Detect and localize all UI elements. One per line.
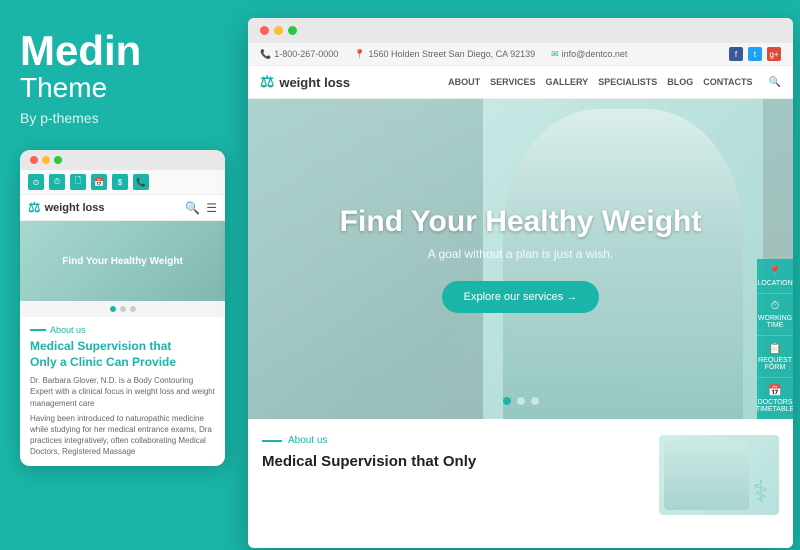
phone-icon: 📞 [260, 49, 271, 60]
mobile-cal-icon: 📅 [91, 174, 107, 190]
side-time-btn[interactable]: ⏱ WORKING TIME [757, 294, 793, 336]
mobile-location-icon: ⊙ [28, 174, 44, 190]
nav-services[interactable]: SERVICES [490, 77, 535, 87]
site-logo: ⚖ weight loss [260, 72, 350, 92]
left-panel: Medin Theme By p-themes ⊙ ⏱ 🗋 📅 $ 📞 ⚖ we… [0, 0, 240, 550]
mobile-slider-dots [20, 301, 225, 317]
topbar-phone: 📞 1-800-267-0000 [260, 49, 338, 60]
browser-window: 📞 1-800-267-0000 📍 1560 Holden Street Sa… [248, 18, 793, 548]
mobile-logo-icon: ⚖ [28, 199, 41, 216]
side-form-icon: 📋 [768, 342, 782, 355]
about-dash [262, 440, 282, 442]
mobile-hero-text: Find Your Healthy Weight [62, 256, 183, 267]
mobile-dot-green [54, 156, 62, 164]
site-hero: Find Your Healthy Weight A goal without … [248, 99, 793, 419]
mobile-dot-1 [110, 306, 116, 312]
mobile-dot-red [30, 156, 38, 164]
mobile-clock-icon: ⏱ [49, 174, 65, 190]
side-clock-icon: ⏱ [771, 300, 780, 313]
browser-dot-yellow [274, 26, 283, 35]
slider-dot-1 [503, 397, 511, 405]
mobile-price-icon: $ [112, 174, 128, 190]
mobile-phone-icon: 📞 [133, 174, 149, 190]
about-img-content [664, 440, 749, 510]
by-line: By p-themes [20, 110, 220, 126]
facebook-button[interactable]: f [729, 47, 743, 61]
nav-contacts[interactable]: CONTACTS [703, 77, 752, 87]
twitter-button[interactable]: t [748, 47, 762, 61]
side-location-icon: 📍 [768, 265, 782, 278]
mobile-body-text-2: Having been introduced to naturopathic m… [30, 413, 215, 458]
side-request-btn[interactable]: 📋 REQUEST FORM [757, 336, 793, 378]
topbar-address: 📍 1560 Holden Street San Diego, CA 92139 [354, 49, 535, 60]
mobile-doc-icon: 🗋 [70, 174, 86, 190]
site-nav: ⚖ weight loss ABOUT SERVICES GALLERY SPE… [248, 66, 793, 99]
browser-dot-red [260, 26, 269, 35]
mobile-about-dash [30, 329, 46, 331]
site-topbar: 📞 1-800-267-0000 📍 1560 Holden Street Sa… [248, 43, 793, 66]
mobile-content: About us Medical Supervision that Only a… [20, 317, 225, 466]
hero-content: Find Your Healthy Weight A goal without … [340, 205, 702, 313]
site-about: About us Medical Supervision that Only ⚕ [248, 419, 793, 531]
hero-cta-button[interactable]: Explore our services → [442, 281, 600, 313]
mobile-nav-icons: 🔍 ☰ [177, 197, 225, 219]
browser-titlebar [248, 18, 793, 43]
slider-dot-3 [531, 397, 539, 405]
nav-specialists[interactable]: SPECIALISTS [598, 77, 657, 87]
location-icon: 📍 [354, 49, 365, 60]
about-title: Medical Supervision that Only [262, 452, 643, 472]
mobile-hero: Find Your Healthy Weight [20, 221, 225, 301]
about-text: About us Medical Supervision that Only [262, 435, 643, 515]
mobile-dot-yellow [42, 156, 50, 164]
hero-subtitle: A goal without a plan is just a wish. [340, 247, 702, 261]
side-cal-icon: 📅 [768, 384, 782, 397]
mobile-menu-icon[interactable]: ☰ [206, 201, 217, 215]
mobile-dot-3 [130, 306, 136, 312]
mobile-logo: ⚖ weight loss [20, 195, 112, 220]
nav-links: ABOUT SERVICES GALLERY SPECIALISTS BLOG … [448, 77, 781, 88]
slider-dot-2 [517, 397, 525, 405]
about-label: About us [262, 435, 643, 446]
nav-about[interactable]: ABOUT [448, 77, 480, 87]
about-image: ⚕ [659, 435, 779, 515]
hero-slider-dots [503, 397, 539, 405]
logo-icon: ⚖ [260, 72, 274, 92]
brand-name: Medin [20, 30, 220, 72]
mobile-icon-toolbar: ⊙ ⏱ 🗋 📅 $ 📞 [20, 170, 225, 195]
dna-icon: ⚕ [753, 475, 769, 510]
nav-gallery[interactable]: GALLERY [546, 77, 589, 87]
mobile-top-bar [20, 150, 225, 170]
mobile-title-link: Clinic Can Provide [70, 355, 176, 369]
side-buttons: 📍 LOCATION ⏱ WORKING TIME 📋 REQUEST FORM… [757, 259, 793, 419]
nav-blog[interactable]: BLOG [667, 77, 693, 87]
mobile-about-label: About us [30, 325, 215, 335]
topbar-social: f t g+ [729, 47, 781, 61]
email-icon: ✉ [551, 49, 559, 60]
search-icon[interactable]: 🔍 [769, 77, 781, 88]
browser-dot-green [288, 26, 297, 35]
mobile-about-title: Medical Supervision that Only a Clinic C… [30, 339, 215, 370]
brand-subtitle: Theme [20, 72, 220, 104]
mobile-search-icon[interactable]: 🔍 [185, 201, 200, 215]
mobile-dot-2 [120, 306, 126, 312]
googleplus-button[interactable]: g+ [767, 47, 781, 61]
topbar-email: ✉ info@dentco.net [551, 49, 627, 60]
hero-title: Find Your Healthy Weight [340, 205, 702, 239]
mobile-body-text: Dr. Barbara Glover, N.D. is a Body Conto… [30, 375, 215, 409]
side-doctors-btn[interactable]: 📅 DOCTORS TIMETABLE [757, 378, 793, 419]
side-location-btn[interactable]: 📍 LOCATION [757, 259, 793, 294]
mobile-mockup: ⊙ ⏱ 🗋 📅 $ 📞 ⚖ weight loss 🔍 ☰ Find Your … [20, 150, 225, 466]
mobile-nav-header: ⚖ weight loss 🔍 ☰ [20, 195, 225, 221]
